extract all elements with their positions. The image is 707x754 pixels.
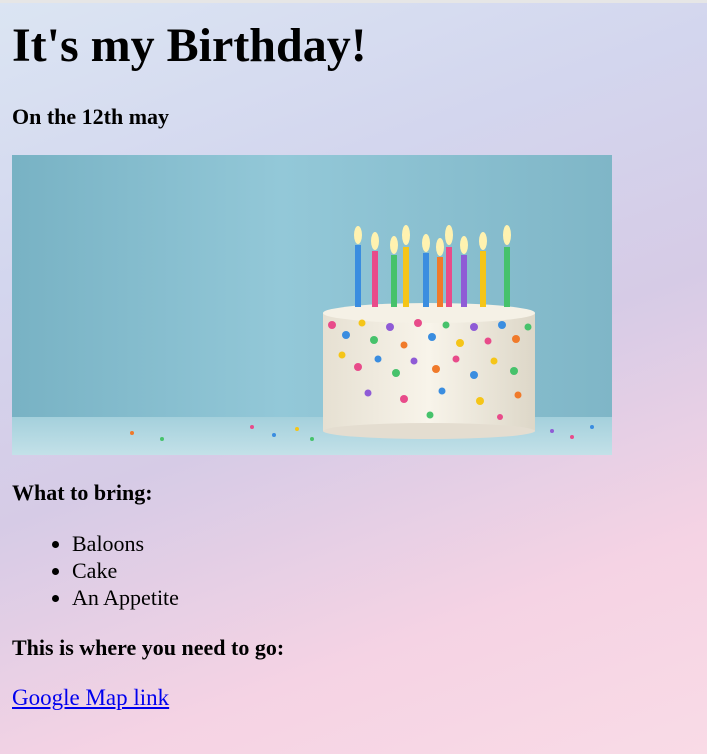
directions-heading: This is where you need to go: [12,635,285,660]
what-to-bring-heading: What to bring: [12,480,153,505]
list-item: Cake [72,557,179,584]
list-item: An Appetite [72,584,179,611]
birthday-cake-photo [12,155,612,455]
bring-list: Baloons Cake An Appetite [12,530,179,611]
page-title: It's my Birthday! [12,19,367,72]
window-top-edge [0,0,707,3]
list-item: Baloons [72,530,179,557]
google-map-link[interactable]: Google Map link [12,685,169,711]
date-subtitle: On the 12th may [12,104,170,129]
